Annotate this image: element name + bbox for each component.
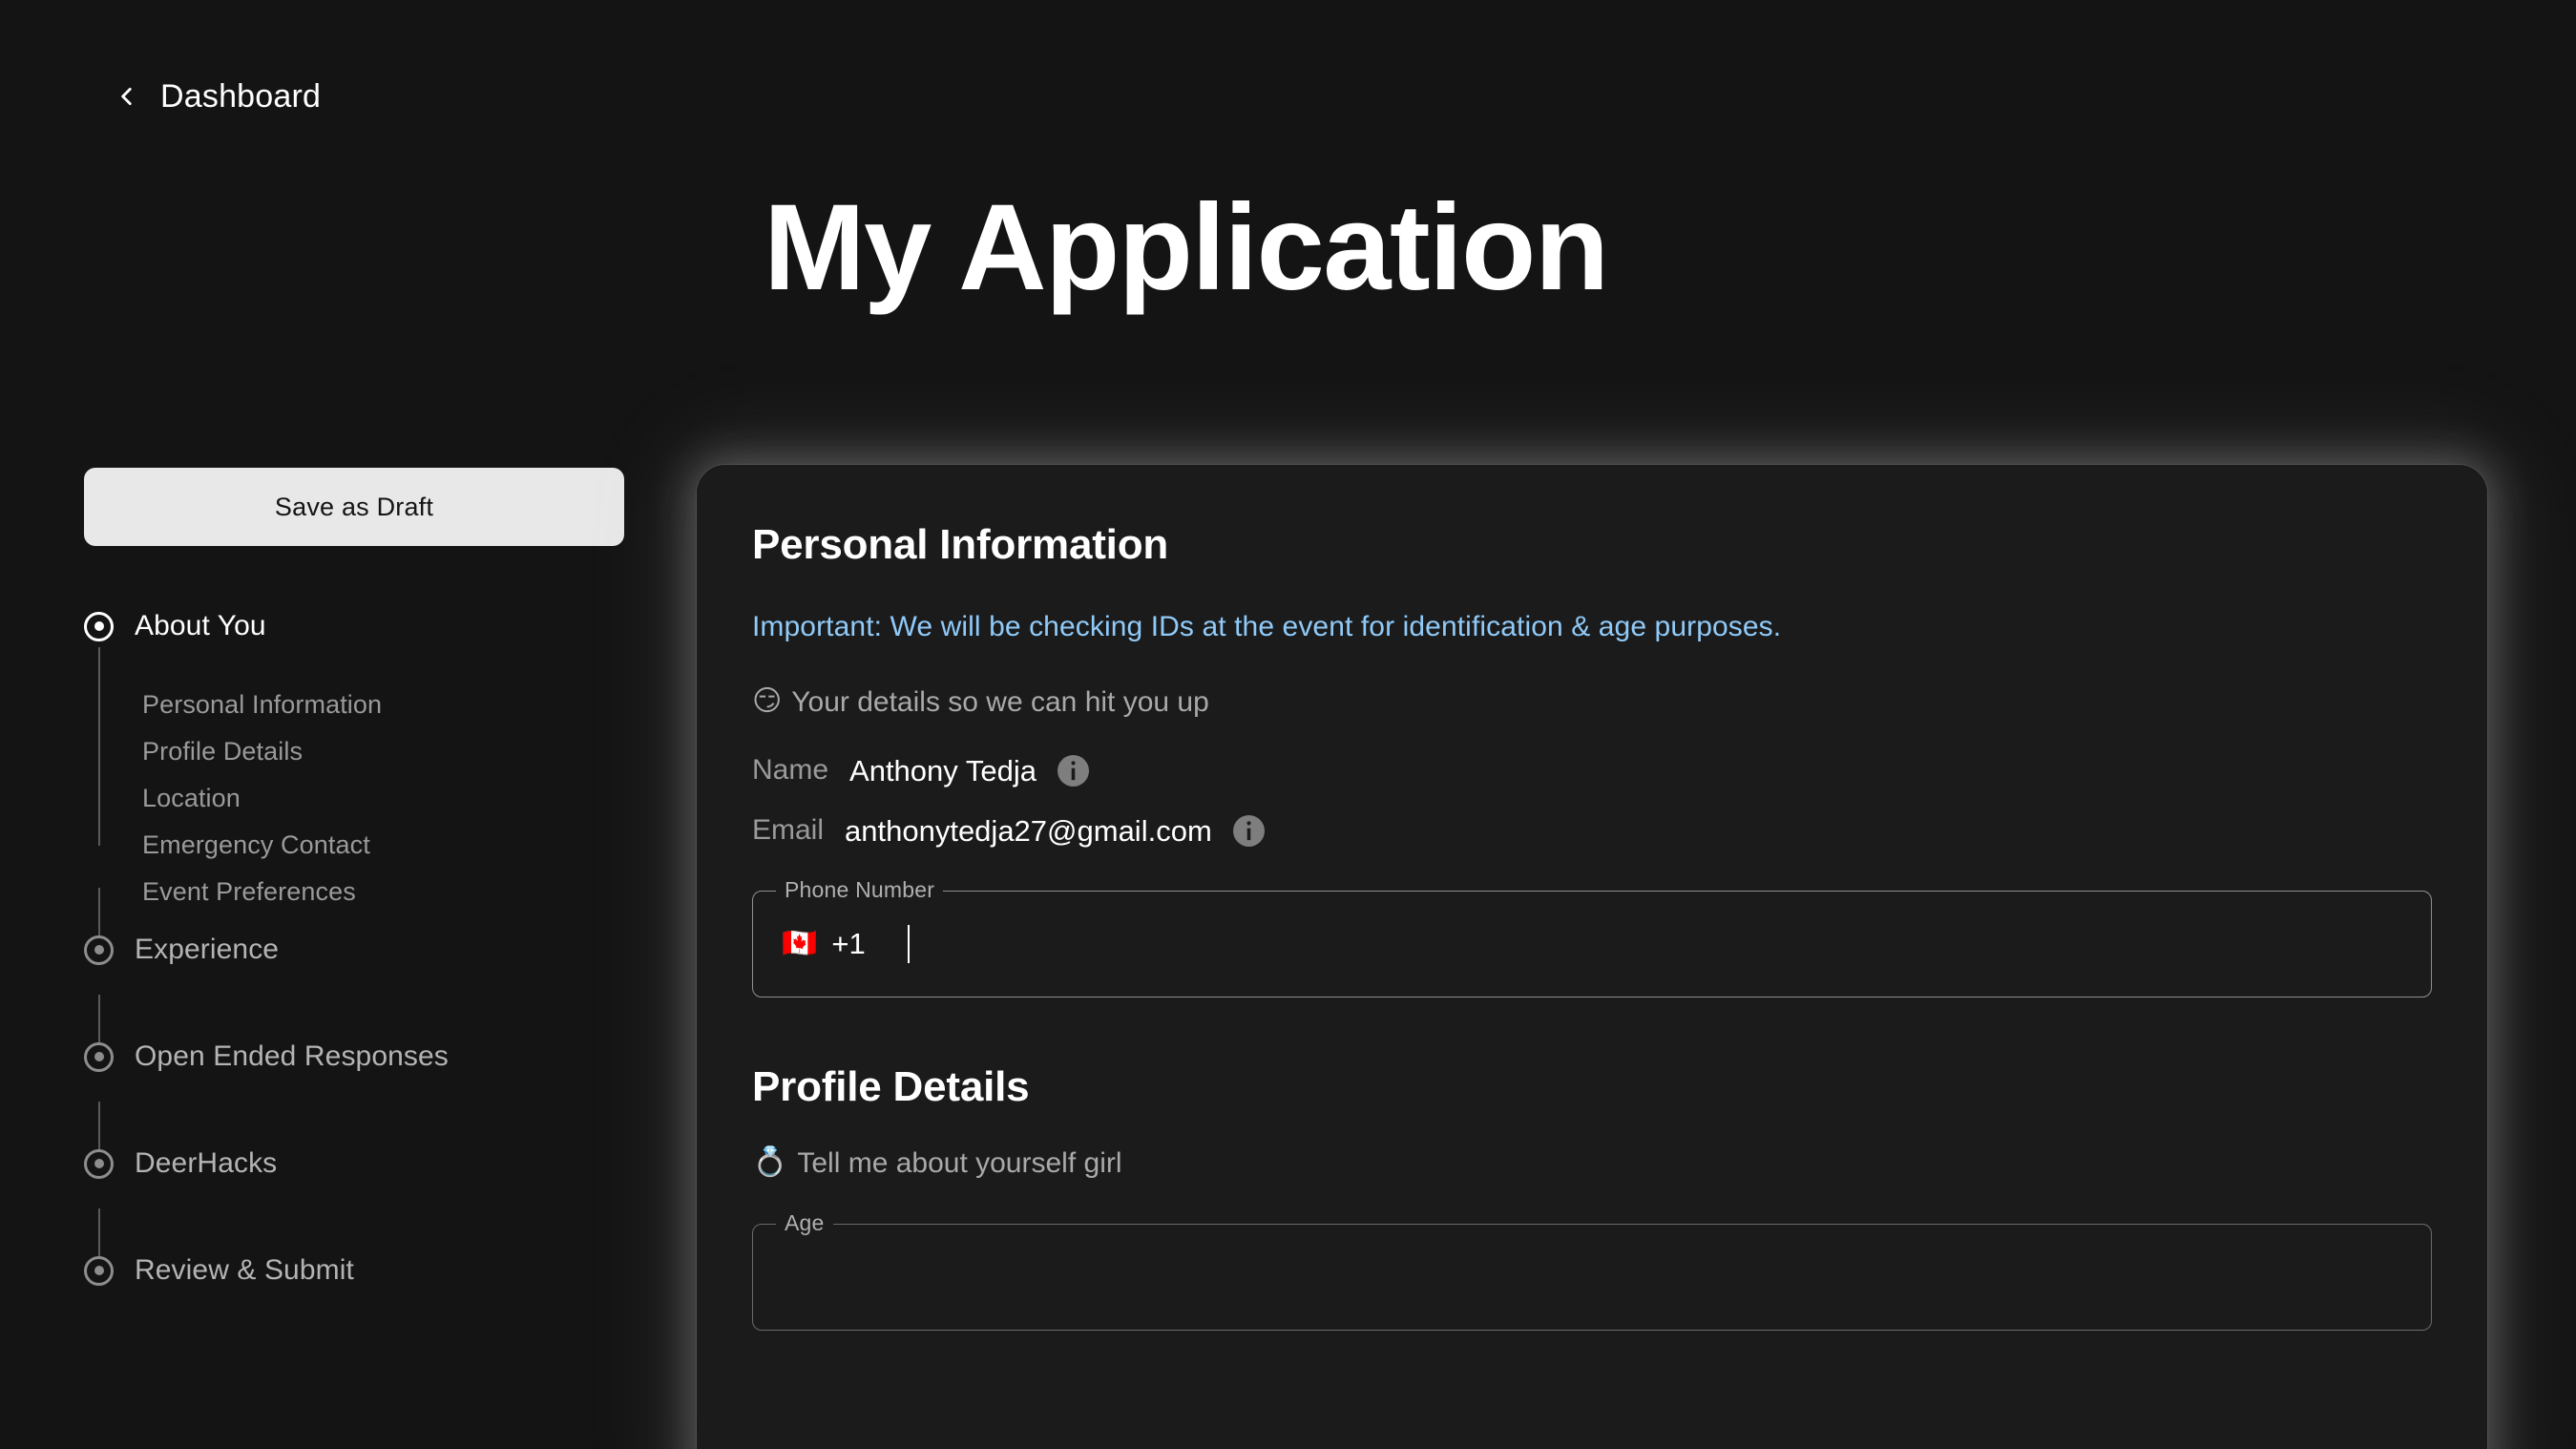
- stepper-nav: About You Personal Information Profile D…: [84, 605, 638, 1292]
- sidebar-item-experience[interactable]: Experience: [84, 929, 638, 971]
- step-indicator-icon: [84, 1148, 114, 1179]
- section-title-profile-details: Profile Details: [752, 1062, 1030, 1110]
- profile-details-subnote-text: Tell me about yourself girl: [797, 1146, 1122, 1179]
- email-value: anthonytedja27@gmail.com: [845, 813, 1212, 848]
- sidebar-item-about-you[interactable]: About You: [84, 605, 638, 647]
- step-indicator-icon: [84, 1255, 114, 1286]
- sidebar-item-label: Open Ended Responses: [135, 1040, 449, 1072]
- personal-info-subnote: 😏 Your details so we can hit you up: [752, 683, 2432, 721]
- smirking-face-icon: 😏: [752, 685, 783, 717]
- phone-number-legend: Phone Number: [776, 878, 944, 901]
- sidebar-item-label: About You: [135, 610, 266, 641]
- phone-number-field[interactable]: Phone Number 🇨🇦 +1: [752, 878, 2432, 998]
- stepper-spacer: [84, 971, 638, 1036]
- email-label: Email: [752, 814, 825, 846]
- phone-number-input-row: 🇨🇦 +1: [782, 924, 2402, 963]
- name-value: Anthony Tedja: [849, 753, 1037, 788]
- stepper-spacer: [84, 1078, 638, 1143]
- sidebar-item-label: Experience: [135, 934, 280, 965]
- step-indicator-icon: [84, 1041, 114, 1072]
- sidebar-subitem-location[interactable]: Location: [142, 775, 638, 822]
- sidebar-subitem-personal-information[interactable]: Personal Information: [142, 682, 638, 728]
- country-flag-icon[interactable]: 🇨🇦: [782, 929, 817, 958]
- text-cursor: [907, 924, 910, 963]
- personal-info-subnote-text: Your details so we can hit you up: [791, 685, 1209, 718]
- sidebar: Save as Draft About You Personal Informa…: [84, 468, 638, 1292]
- section-title-personal-information: Personal Information: [752, 521, 1169, 568]
- name-info-icon[interactable]: [1057, 754, 1089, 787]
- sidebar-subitem-event-preferences[interactable]: Event Preferences: [142, 869, 638, 915]
- id-check-notice: Important: We will be checking IDs at th…: [752, 611, 1782, 642]
- email-row: Email anthonytedja27@gmail.com: [752, 813, 2432, 848]
- sidebar-subitem-profile-details[interactable]: Profile Details: [142, 728, 638, 775]
- sidebar-subitem-emergency-contact[interactable]: Emergency Contact: [142, 822, 638, 869]
- sidebar-item-open-ended-responses[interactable]: Open Ended Responses: [84, 1036, 638, 1078]
- profile-details-subnote: 💍 Tell me about yourself girl: [752, 1144, 2432, 1182]
- page-title: My Application: [764, 179, 1609, 316]
- about-you-subitems: Personal Information Profile Details Loc…: [142, 664, 638, 929]
- chevron-left-icon: [115, 84, 139, 109]
- ring-icon: 💍: [752, 1146, 788, 1178]
- email-info-icon[interactable]: [1232, 814, 1265, 847]
- sidebar-item-deerhacks[interactable]: DeerHacks: [84, 1143, 638, 1185]
- step-indicator-icon: [84, 611, 114, 641]
- application-form-card: Personal Information Important: We will …: [697, 465, 2487, 1449]
- step-indicator-icon: [84, 934, 114, 965]
- age-legend: Age: [776, 1211, 833, 1234]
- sidebar-item-label: DeerHacks: [135, 1147, 278, 1179]
- age-field[interactable]: Age: [752, 1211, 2432, 1331]
- back-link-label: Dashboard: [160, 78, 322, 115]
- name-label: Name: [752, 754, 829, 786]
- phone-dial-code: +1: [831, 927, 866, 960]
- sidebar-item-label: Review & Submit: [135, 1254, 354, 1286]
- save-as-draft-button[interactable]: Save as Draft: [84, 468, 624, 546]
- sidebar-item-review-and-submit[interactable]: Review & Submit: [84, 1250, 638, 1292]
- stepper-spacer: [84, 1185, 638, 1250]
- back-to-dashboard-link[interactable]: Dashboard: [115, 80, 321, 113]
- name-row: Name Anthony Tedja: [752, 753, 2432, 788]
- stepper-connector: [98, 647, 100, 846]
